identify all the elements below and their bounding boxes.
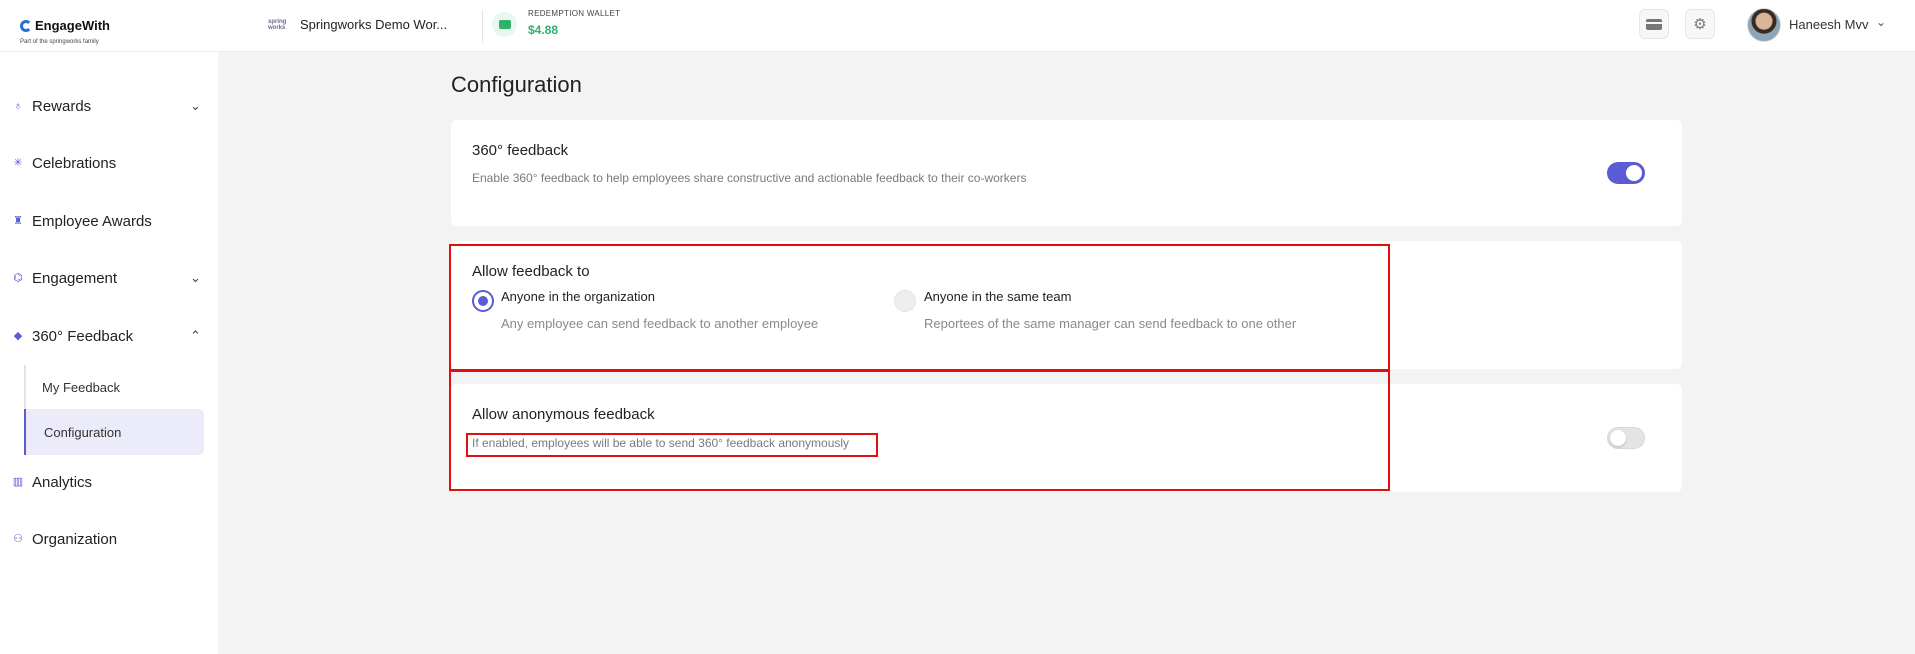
credit-card-icon [1646,18,1662,30]
sidebar-item-engagement[interactable]: ⌬ Engagement ⌄ [0,264,218,292]
sidebar-item-organization[interactable]: ⚇ Organization [0,525,218,553]
sidebar-subitem-configuration[interactable]: Configuration [24,409,204,455]
highlight-box [449,370,1390,491]
chevron-up-icon: ⌃ [190,328,201,343]
wallet-amount[interactable]: $4.88 [528,23,558,37]
billing-button[interactable] [1639,9,1669,39]
gear-icon: ⚙ [1693,16,1707,33]
sidebar-subitem-label: Configuration [44,424,122,440]
sidebar-subitem-label: My Feedback [42,379,121,395]
logo-mark-icon [20,19,32,32]
sidebar-item-celebrations[interactable]: ✳ Celebrations [0,149,218,177]
engagement-icon: ⌬ [13,272,23,284]
engagewith-logo[interactable]: EngageWith [20,18,110,33]
chevron-down-icon[interactable]: ⌄ [1876,15,1886,29]
sidebar-item-label: Analytics [32,473,93,491]
user-name[interactable]: Haneesh Mvv [1789,17,1868,32]
sidebar-item-label: Employee Awards [32,212,152,230]
medal-icon: ♁ [13,100,23,112]
analytics-icon: ▥ [12,476,24,488]
party-icon: ✳ [13,157,23,169]
header-divider [482,10,483,43]
card-title: 360° feedback [472,142,569,159]
organization-icon: ⚇ [13,533,23,545]
brand-tagline: Part of the springworks family [20,39,99,45]
workspace-logo: spring works [268,19,287,31]
sidebar-item-label: Engagement [32,269,118,287]
feedback-icon: ◆ [13,330,23,342]
brand-name: EngageWith [35,18,110,33]
feedback-enable-toggle[interactable] [1607,162,1645,184]
sidebar-item-label: 360° Feedback [32,327,134,345]
sidebar-item-label: Rewards [32,97,92,115]
top-header: EngageWith Part of the springworks famil… [0,0,1915,52]
card-description: Enable 360° feedback to help employees s… [472,171,1027,185]
sidebar-item-analytics[interactable]: ▥ Analytics [0,468,218,496]
feedback-enable-card: 360° feedback Enable 360° feedback to he… [451,120,1682,226]
sidebar-subitem-my-feedback[interactable]: My Feedback [24,364,204,410]
sidebar-item-employee-awards[interactable]: ♜ Employee Awards [0,207,218,235]
sidebar: ♁ Rewards ⌄ ✳ Celebrations ♜ Employee Aw… [0,52,218,654]
highlight-box [466,433,878,457]
settings-button[interactable]: ⚙ [1685,9,1715,39]
workspace-name[interactable]: Springworks Demo Wor... [300,17,447,32]
sidebar-item-label: Celebrations [32,154,117,172]
avatar[interactable] [1747,8,1781,42]
chevron-down-icon: ⌄ [190,98,201,113]
sidebar-item-rewards[interactable]: ♁ Rewards ⌄ [0,92,218,120]
wallet-icon [492,12,517,37]
chevron-down-icon: ⌄ [190,270,201,285]
sidebar-item-360-feedback[interactable]: ◆ 360° Feedback ⌃ [0,322,218,350]
highlight-box [449,244,1390,371]
sidebar-item-label: Organization [32,530,118,548]
wallet-label: REDEMPTION WALLET [528,9,621,18]
anonymous-feedback-toggle[interactable] [1607,427,1645,449]
page-title: Configuration [451,72,582,97]
trophy-icon: ♜ [13,215,23,227]
